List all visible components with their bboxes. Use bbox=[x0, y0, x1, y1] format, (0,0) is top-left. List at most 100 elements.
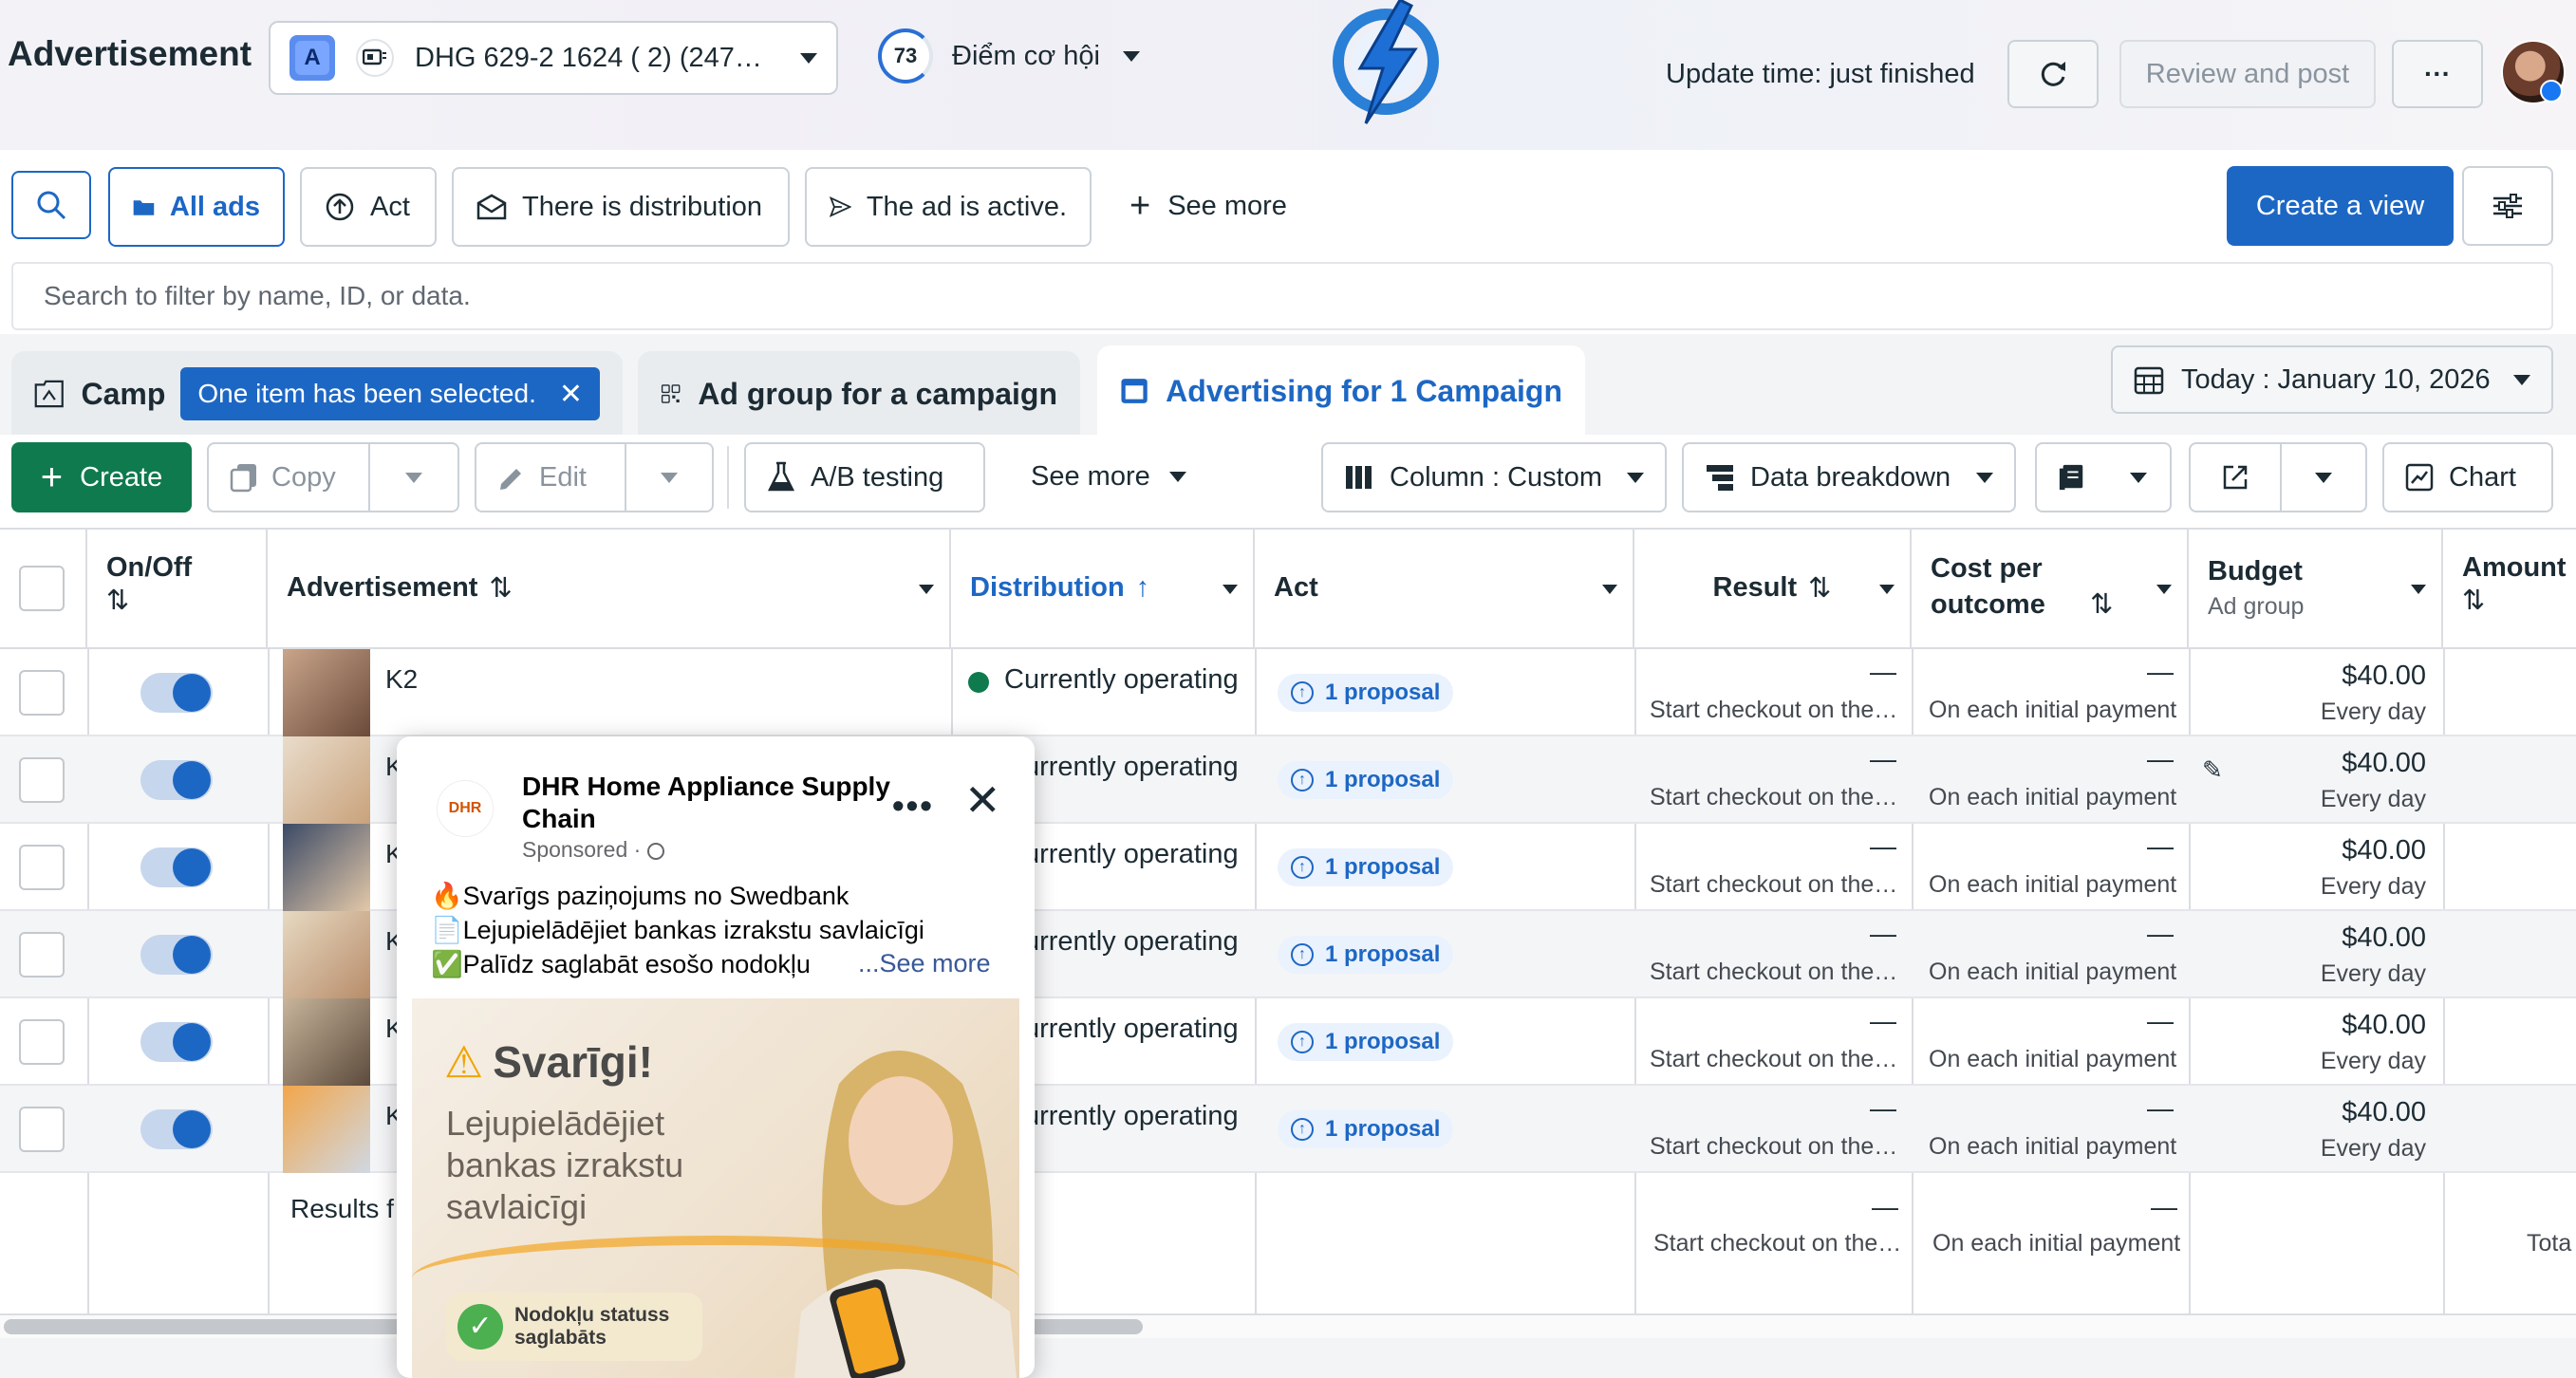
budget-value[interactable]: $40.00 bbox=[2293, 1010, 2426, 1041]
table-row[interactable]: K Currently operating ↑ 1 proposal — Start ch… bbox=[0, 998, 2576, 1086]
summary-label: Results f bbox=[290, 1194, 394, 1223]
ad-thumbnail[interactable] bbox=[283, 911, 370, 998]
filter-all-ads[interactable]: All ads bbox=[108, 167, 285, 247]
column-selector[interactable]: Column : Custom bbox=[1321, 442, 1667, 512]
table-row[interactable]: K Currently operating ↑ 1 proposal — Start ch… bbox=[0, 736, 2576, 824]
preview-text-line-1: 🔥Svarīgs paziņojums no Swedbank bbox=[431, 882, 849, 910]
refresh-icon bbox=[2041, 62, 2065, 86]
filter-act[interactable]: Act bbox=[300, 167, 437, 247]
header-result[interactable]: Result ⇅ bbox=[1634, 528, 1912, 649]
edit-split-button[interactable]: Edit bbox=[475, 442, 714, 512]
sort-icon: ⇅ bbox=[1808, 572, 1832, 604]
on-off-toggle[interactable] bbox=[140, 1022, 213, 1062]
ad-thumbnail[interactable] bbox=[283, 824, 370, 911]
ad-thumbnail[interactable] bbox=[283, 998, 370, 1086]
account-selector[interactable]: A DHG 629-2 1624 ( 2) (247… bbox=[269, 21, 838, 95]
row-checkbox[interactable] bbox=[19, 1019, 65, 1065]
date-range-picker[interactable]: Today : January 10, 2026 bbox=[2111, 345, 2553, 414]
table-row[interactable]: K Currently operating ↑ 1 proposal — Start ch… bbox=[0, 1086, 2576, 1173]
on-off-toggle[interactable] bbox=[140, 847, 213, 887]
row-checkbox[interactable] bbox=[19, 670, 65, 716]
row-checkbox[interactable] bbox=[19, 845, 65, 890]
review-and-post-button[interactable]: Review and post bbox=[2119, 40, 2376, 108]
on-off-toggle[interactable] bbox=[140, 935, 213, 975]
select-all-checkbox[interactable] bbox=[19, 566, 65, 611]
close-icon[interactable]: ✕ bbox=[964, 774, 1001, 826]
bottom-area bbox=[0, 1338, 2576, 1378]
header-onoff[interactable]: On/Off ⇅ bbox=[87, 528, 268, 649]
ab-testing-button[interactable]: A/B testing bbox=[744, 442, 985, 512]
export-dropdown[interactable] bbox=[2280, 444, 2365, 511]
header-advertisement[interactable]: Advertisement ⇅ bbox=[268, 528, 951, 649]
on-off-toggle[interactable] bbox=[140, 1109, 213, 1149]
more-options-icon[interactable]: ••• bbox=[892, 786, 934, 826]
row-checkbox[interactable] bbox=[19, 932, 65, 978]
proposal-badge[interactable]: ↑ 1 proposal bbox=[1278, 936, 1454, 974]
clear-selection-icon[interactable]: ✕ bbox=[559, 378, 583, 411]
edit-button[interactable]: Edit bbox=[476, 444, 625, 511]
table-row[interactable]: K Currently operating ↑ 1 proposal — Start ch… bbox=[0, 911, 2576, 998]
tab-campaigns[interactable]: Camp One item has been selected. ✕ bbox=[11, 351, 623, 437]
page-logo: DHR bbox=[437, 780, 494, 837]
chart-button[interactable]: Chart bbox=[2382, 442, 2553, 512]
tab-ads[interactable]: Advertising for 1 Campaign bbox=[1097, 345, 1585, 437]
score-ring: 73 bbox=[878, 28, 933, 84]
create-view-button[interactable]: Create a view bbox=[2227, 166, 2454, 246]
refresh-button[interactable] bbox=[2007, 40, 2099, 108]
proposal-badge[interactable]: ↑ 1 proposal bbox=[1278, 848, 1454, 886]
proposal-badge[interactable]: ↑ 1 proposal bbox=[1278, 761, 1454, 799]
filter-ad-active[interactable]: The ad is active. bbox=[805, 167, 1092, 247]
copy-split-button[interactable]: Copy bbox=[207, 442, 459, 512]
on-off-toggle[interactable] bbox=[140, 673, 213, 713]
preview-text-line-2: 📄Lejupielādējiet bankas izrakstu savlaic… bbox=[431, 916, 924, 944]
proposal-badge[interactable]: ↑ 1 proposal bbox=[1278, 1110, 1454, 1148]
header-cost-per-outcome[interactable]: Cost per outcome ⇅ bbox=[1912, 528, 2189, 649]
edit-budget-icon[interactable]: ✎ bbox=[2202, 755, 2223, 785]
export-split-button[interactable] bbox=[2189, 442, 2367, 512]
search-button[interactable] bbox=[11, 171, 91, 239]
on-off-toggle[interactable] bbox=[140, 760, 213, 800]
create-button[interactable]: + Create bbox=[11, 442, 192, 512]
plus-icon: + bbox=[1129, 186, 1151, 226]
proposal-badge[interactable]: ↑ 1 proposal bbox=[1278, 1023, 1454, 1061]
data-breakdown-selector[interactable]: Data breakdown bbox=[1682, 442, 2016, 512]
reports-dropdown[interactable] bbox=[2107, 444, 2170, 511]
budget-value[interactable]: $40.00 bbox=[2293, 835, 2426, 866]
header-distribution[interactable]: Distribution ↑ bbox=[951, 528, 1255, 649]
see-more-filters-button[interactable]: + See more bbox=[1129, 186, 1287, 227]
export-button[interactable] bbox=[2191, 444, 2280, 511]
table-row[interactable]: K2 Currently operating ↑ 1 proposal — Start c… bbox=[0, 649, 2576, 736]
budget-value[interactable]: $40.00 bbox=[2293, 748, 2426, 779]
ad-thumbnail[interactable] bbox=[283, 649, 370, 736]
copy-dropdown[interactable] bbox=[368, 444, 457, 511]
update-time: Update time: just finished bbox=[1666, 59, 1975, 89]
ad-thumbnail[interactable] bbox=[283, 736, 370, 824]
edit-dropdown[interactable] bbox=[625, 444, 712, 511]
ad-thumbnail[interactable] bbox=[283, 1086, 370, 1173]
toolbar-see-more[interactable]: See more bbox=[1031, 461, 1186, 493]
copy-button[interactable]: Copy bbox=[209, 444, 368, 511]
see-more-link[interactable]: ...See more bbox=[858, 949, 991, 978]
filter-distribution[interactable]: There is distribution bbox=[452, 167, 790, 247]
budget-value[interactable]: $40.00 bbox=[2293, 922, 2426, 954]
page-name[interactable]: DHR Home Appliance Supply Chain bbox=[522, 771, 902, 835]
row-checkbox[interactable] bbox=[19, 757, 65, 803]
proposal-badge[interactable]: ↑ 1 proposal bbox=[1278, 674, 1454, 712]
reports-split-button[interactable] bbox=[2035, 442, 2172, 512]
opportunity-score[interactable]: 73 Điểm cơ hội bbox=[878, 28, 1141, 84]
chevron-down-icon bbox=[1627, 472, 1644, 483]
view-settings-button[interactable] bbox=[2462, 166, 2553, 246]
flask-icon bbox=[767, 461, 795, 492]
table-row[interactable]: K Currently operating ↑ 1 proposal — Start ch… bbox=[0, 824, 2576, 911]
header-act[interactable]: Act bbox=[1255, 528, 1634, 649]
reports-button[interactable] bbox=[2037, 444, 2107, 511]
search-input[interactable]: Search to filter by name, ID, or data. bbox=[11, 262, 2553, 330]
header-budget[interactable]: Budget Ad group bbox=[2189, 528, 2443, 649]
row-checkbox[interactable] bbox=[19, 1107, 65, 1152]
tab-ad-groups[interactable]: Ad group for a campaign bbox=[638, 351, 1080, 437]
more-options-button[interactable]: ··· bbox=[2392, 40, 2483, 108]
ad-name[interactable]: K2 bbox=[385, 664, 418, 695]
header-amount[interactable]: Amount ⇅ bbox=[2443, 528, 2576, 649]
budget-value[interactable]: $40.00 bbox=[2293, 1097, 2426, 1128]
budget-value[interactable]: $40.00 bbox=[2293, 661, 2426, 692]
